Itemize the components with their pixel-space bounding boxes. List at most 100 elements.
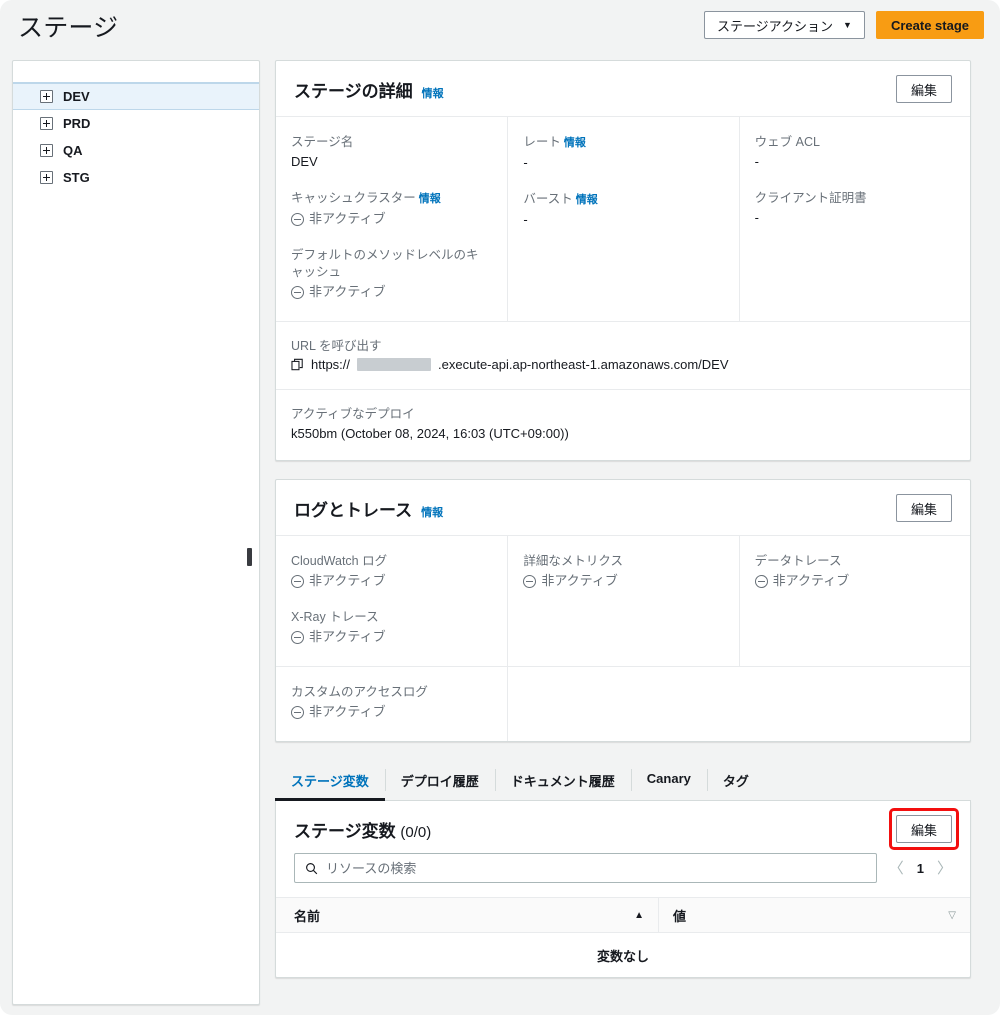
tab-canary[interactable]: Canary (630, 760, 707, 800)
field-value: 非アクティブ (754, 572, 952, 590)
field-value: 非アクティブ (291, 572, 489, 590)
stage-details-title: ステージの詳細 (294, 81, 413, 101)
field-label-text: バースト (523, 192, 573, 206)
stage-details-grid: ステージ名 DEV キャッシュクラスター 情報 非アクティブ デフォルトのメソッ… (276, 117, 970, 321)
logs-traces-row2-col-1: カスタムのアクセスログ 非アクティブ (276, 667, 507, 741)
sidebar-item-stg[interactable]: STG (13, 164, 259, 191)
edit-stage-details-button[interactable]: 編集 (896, 75, 952, 103)
sidebar-item-qa[interactable]: QA (13, 137, 259, 164)
redacted-api-id (357, 358, 432, 371)
field-value-text: 非アクティブ (309, 573, 386, 588)
invoke-url-section: URL を呼び出す https:// .execute-api.ap-northe… (276, 321, 970, 389)
field-value: 非アクティブ (291, 283, 489, 301)
tree-panel-header (13, 61, 259, 83)
field-value: - (754, 154, 759, 169)
copy-icon[interactable] (291, 358, 304, 371)
logs-traces-row2-col-3 (739, 667, 970, 741)
field-label: ステージ名 (291, 135, 354, 149)
stage-variables-count: (0/0) (400, 823, 432, 841)
field-default-method-cache: デフォルトのメソッドレベルのキャッシュ 非アクティブ (291, 247, 489, 301)
stage-actions-label: ステージアクション (716, 18, 834, 34)
inactive-status-icon (291, 574, 304, 588)
field-value-text: 非アクティブ (309, 629, 386, 644)
logs-traces-col-3: データトレース 非アクティブ (738, 536, 970, 666)
field-value: 非アクティブ (291, 703, 489, 721)
inactive-status-icon (754, 574, 768, 588)
sort-descending-icon[interactable]: ▽ (948, 910, 956, 921)
field-data-trace: データトレース 非アクティブ (754, 553, 952, 590)
inactive-status-icon (291, 705, 304, 719)
field-label: 詳細なメトリクス (523, 554, 623, 568)
active-deploy-section: アクティブなデプロイ k550bm (October 08, 2024, 16:… (276, 389, 970, 460)
field-label: データトレース (754, 554, 842, 568)
field-label: ウェブ ACL (754, 135, 820, 149)
sidebar-item-dev[interactable]: DEV (13, 83, 259, 110)
page-header: ステージ ステージアクション ▼ Create stage (0, 0, 1000, 55)
edit-logs-traces-button[interactable]: 編集 (896, 494, 952, 522)
logs-traces-title-group: ログとトレース 情報 (294, 496, 443, 521)
sidebar-item-label: DEV (63, 89, 90, 104)
search-box[interactable] (294, 853, 877, 883)
tab-document-history[interactable]: ドキュメント履歴 (494, 760, 631, 800)
url-suffix: .execute-api.ap-northeast-1.amazonaws.co… (438, 357, 729, 372)
expand-plus-icon[interactable] (40, 170, 53, 184)
info-link[interactable]: 情報 (421, 504, 443, 520)
inactive-status-icon (291, 285, 304, 299)
field-label: レート 情報 (523, 134, 720, 152)
next-page-icon[interactable]: 〉 (937, 861, 952, 876)
sidebar-item-prd[interactable]: PRD (13, 110, 259, 137)
field-value-text: 非アクティブ (772, 573, 850, 588)
panel-resize-handle[interactable] (247, 548, 252, 566)
field-label: バースト 情報 (523, 191, 720, 209)
page-title: ステージ (18, 14, 119, 42)
field-label: キャッシュクラスター 情報 (291, 190, 489, 208)
info-link[interactable]: 情報 (419, 193, 441, 205)
invoke-url-value: https:// .execute-api.ap-northeast-1.amaz… (291, 357, 952, 372)
inactive-status-icon (291, 212, 304, 226)
sidebar-item-label: STG (63, 169, 90, 185)
logs-traces-title: ログとトレース (294, 500, 413, 520)
logs-traces-col-1: CloudWatch ログ 非アクティブ X-Ray トレース 非アクティブ (276, 536, 507, 666)
stage-details-col-1: ステージ名 DEV キャッシュクラスター 情報 非アクティブ デフォルトのメソッ… (276, 117, 507, 321)
field-value: - (523, 155, 528, 170)
info-link[interactable]: 情報 (564, 137, 586, 149)
column-header-label: 値 (673, 908, 687, 924)
field-burst: バースト 情報 - (523, 191, 720, 229)
info-link[interactable]: 情報 (576, 194, 598, 206)
create-stage-button[interactable]: Create stage (875, 11, 984, 39)
stage-details-title-group: ステージの詳細 情報 (294, 77, 444, 102)
tab-stage-variables[interactable]: ステージ変数 (275, 760, 385, 801)
invoke-url-label: URL を呼び出す (291, 339, 382, 353)
stage-tree-panel: DEV PRD QA STG (12, 60, 260, 1005)
column-header-value[interactable]: 値 ▽ (658, 898, 970, 932)
stage-actions-dropdown[interactable]: ステージアクション ▼ (703, 11, 865, 39)
field-rate: レート 情報 - (523, 134, 720, 172)
field-value: 非アクティブ (291, 628, 489, 646)
sort-ascending-icon[interactable]: ▲ (634, 910, 644, 921)
edit-stage-variables-button[interactable]: 編集 (896, 815, 952, 843)
search-input[interactable] (326, 860, 866, 876)
active-deploy-value: k550bm (October 08, 2024, 16:03 (UTC+09:… (291, 426, 569, 441)
column-header-name[interactable]: 名前 ▲ (276, 898, 658, 932)
sidebar-item-label: PRD (63, 115, 91, 131)
field-label: カスタムのアクセスログ (291, 685, 428, 699)
stage-variables-card: ステージ変数 (0/0) 編集 〈 1 (275, 801, 971, 978)
inactive-status-icon (523, 574, 537, 588)
main-content: ステージの詳細 情報 編集 ステージ名 DEV キャッシュクラスター 情報 非ア… (275, 60, 971, 978)
empty-state-message: 変数なし (596, 948, 649, 964)
expand-plus-icon[interactable] (40, 116, 53, 130)
stage-details-header: ステージの詳細 情報 編集 (276, 61, 970, 117)
prev-page-icon[interactable]: 〈 (889, 861, 904, 876)
column-header-label: 名前 (294, 908, 321, 924)
page-number: 1 (916, 860, 924, 876)
info-link[interactable]: 情報 (422, 85, 444, 101)
stage-details-col-2: レート 情報 - バースト 情報 - (507, 117, 738, 321)
field-custom-access-log: カスタムのアクセスログ 非アクティブ (291, 684, 489, 721)
field-label: CloudWatch ログ (291, 554, 388, 568)
field-cloudwatch-logs: CloudWatch ログ 非アクティブ (291, 553, 489, 590)
expand-plus-icon[interactable] (40, 143, 53, 157)
tab-deploy-history[interactable]: デプロイ履歴 (384, 760, 495, 800)
tab-tags[interactable]: タグ (706, 760, 765, 800)
expand-plus-icon[interactable] (40, 90, 53, 103)
field-label-text: レート (523, 135, 561, 149)
